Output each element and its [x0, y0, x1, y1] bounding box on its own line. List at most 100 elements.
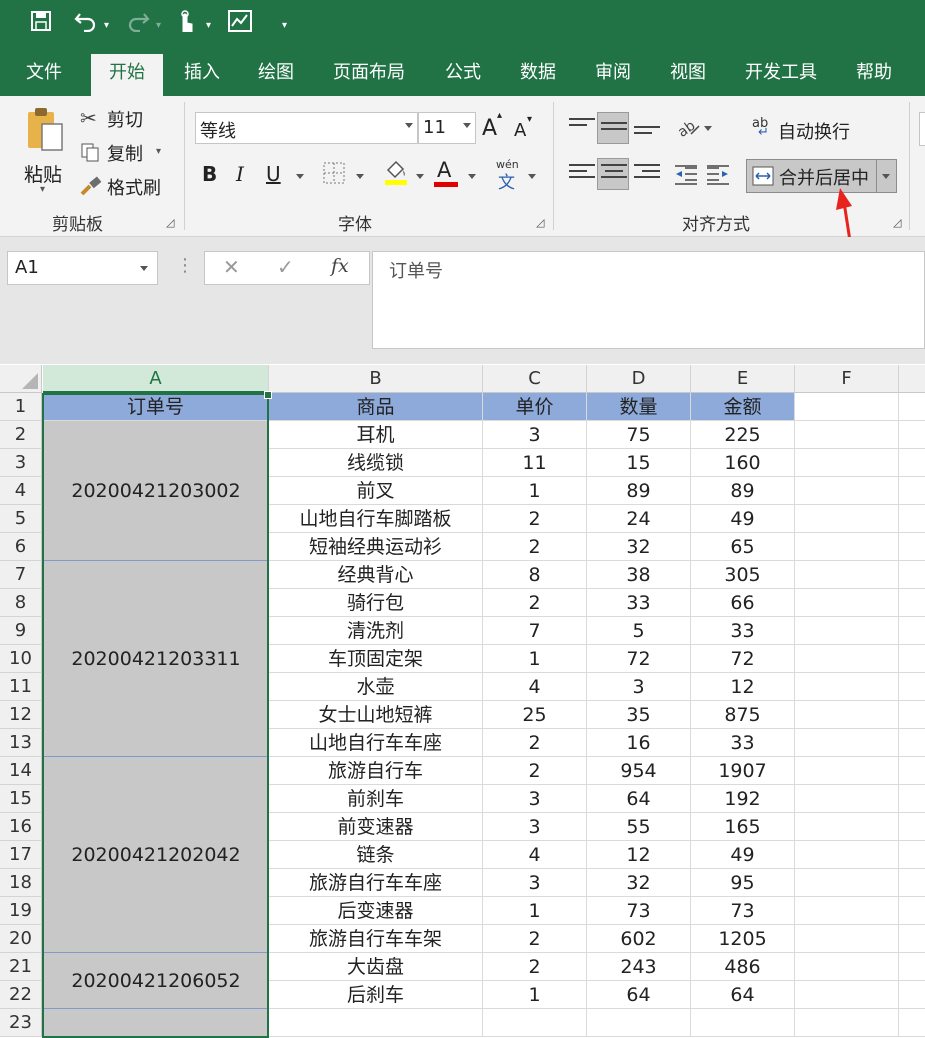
empty-cell[interactable] [587, 1009, 691, 1037]
empty-cell[interactable] [899, 645, 925, 673]
phonetic-dropdown-icon[interactable] [528, 174, 536, 179]
product-cell[interactable]: 水壶 [269, 673, 483, 701]
number-cell[interactable]: 64 [587, 981, 691, 1009]
product-cell[interactable]: 骑行包 [269, 589, 483, 617]
number-cell[interactable]: 2 [483, 925, 587, 953]
row-header-13[interactable]: 13 [0, 729, 42, 757]
empty-cell[interactable] [899, 757, 925, 785]
product-cell[interactable]: 前叉 [269, 477, 483, 505]
number-cell[interactable]: 2 [483, 533, 587, 561]
product-cell[interactable]: 耳机 [269, 421, 483, 449]
number-cell[interactable]: 89 [691, 477, 795, 505]
number-cell[interactable]: 16 [587, 729, 691, 757]
empty-cell[interactable] [899, 449, 925, 477]
align-right-icon[interactable] [634, 164, 660, 186]
product-cell[interactable]: 车顶固定架 [269, 645, 483, 673]
row-header-1[interactable]: 1 [0, 393, 42, 421]
formula-input[interactable]: 订单号 [372, 251, 925, 349]
number-cell[interactable]: 305 [691, 561, 795, 589]
number-cell[interactable]: 15 [587, 449, 691, 477]
tab-view[interactable]: 视图 [670, 50, 706, 96]
number-cell[interactable]: 1205 [691, 925, 795, 953]
header-cell[interactable]: 金额 [691, 393, 795, 421]
copy-dropdown-icon[interactable]: ▾ [156, 146, 161, 157]
number-cell[interactable]: 2 [483, 729, 587, 757]
align-top-icon[interactable] [569, 118, 595, 140]
number-cell[interactable]: 65 [691, 533, 795, 561]
save-icon[interactable] [30, 10, 52, 38]
tab-help[interactable]: 帮助 [856, 50, 892, 96]
column-header-d[interactable]: D [587, 365, 691, 393]
number-cell[interactable]: 165 [691, 813, 795, 841]
empty-cell[interactable] [795, 421, 899, 449]
empty-cell[interactable] [795, 533, 899, 561]
empty-cell[interactable] [795, 645, 899, 673]
column-header-e[interactable]: E [691, 365, 795, 393]
empty-cell[interactable] [691, 1009, 795, 1037]
empty-cell[interactable] [899, 813, 925, 841]
number-cell[interactable]: 72 [587, 645, 691, 673]
header-cell[interactable]: 数量 [587, 393, 691, 421]
number-cell[interactable]: 243 [587, 953, 691, 981]
row-header-11[interactable]: 11 [0, 673, 42, 701]
number-cell[interactable]: 3 [483, 813, 587, 841]
clipboard-launcher-icon[interactable]: ◿ [166, 216, 174, 229]
row-header-6[interactable]: 6 [0, 533, 42, 561]
empty-cell[interactable] [795, 701, 899, 729]
decrease-indent-icon[interactable] [673, 162, 699, 186]
number-format-combo[interactable] [919, 112, 925, 146]
column-header-b[interactable]: B [269, 365, 483, 393]
empty-cell[interactable] [795, 925, 899, 953]
cancel-icon[interactable]: ✕ [223, 255, 240, 279]
empty-cell[interactable] [795, 589, 899, 617]
align-center-button[interactable] [597, 158, 629, 190]
product-cell[interactable]: 后变速器 [269, 897, 483, 925]
number-cell[interactable]: 2 [483, 505, 587, 533]
enter-icon[interactable]: ✓ [277, 255, 294, 279]
number-cell[interactable]: 24 [587, 505, 691, 533]
number-cell[interactable]: 12 [587, 841, 691, 869]
row-header-8[interactable]: 8 [0, 589, 42, 617]
merged-order-cell[interactable]: 20200421206052 [43, 953, 269, 1009]
empty-cell[interactable] [899, 1009, 925, 1037]
empty-cell[interactable] [795, 561, 899, 589]
align-middle-button[interactable] [597, 112, 629, 144]
touch-dropdown-icon[interactable]: ▾ [206, 12, 211, 40]
column-header-a[interactable]: A [43, 365, 269, 393]
number-cell[interactable]: 12 [691, 673, 795, 701]
empty-cell[interactable] [899, 841, 925, 869]
row-header-2[interactable]: 2 [0, 421, 42, 449]
row-header-4[interactable]: 4 [0, 477, 42, 505]
number-cell[interactable]: 75 [587, 421, 691, 449]
number-cell[interactable]: 602 [587, 925, 691, 953]
increase-indent-icon[interactable] [705, 162, 731, 186]
header-cell[interactable]: 商品 [269, 393, 483, 421]
empty-cell[interactable] [899, 589, 925, 617]
empty-cell[interactable] [899, 897, 925, 925]
number-cell[interactable]: 1 [483, 645, 587, 673]
row-header-3[interactable]: 3 [0, 449, 42, 477]
grow-font-button[interactable]: A [482, 116, 497, 141]
tab-review[interactable]: 审阅 [595, 50, 631, 96]
empty-cell[interactable] [795, 841, 899, 869]
product-cell[interactable]: 线缆锁 [269, 449, 483, 477]
product-cell[interactable]: 链条 [269, 841, 483, 869]
number-cell[interactable]: 49 [691, 841, 795, 869]
merged-order-cell[interactable]: 20200421203311 [43, 561, 269, 757]
product-cell[interactable]: 大齿盘 [269, 953, 483, 981]
empty-cell[interactable] [795, 505, 899, 533]
empty-cell[interactable] [795, 1009, 899, 1037]
row-header-12[interactable]: 12 [0, 701, 42, 729]
font-color-button[interactable]: A [437, 158, 451, 182]
number-cell[interactable]: 192 [691, 785, 795, 813]
font-name-combo[interactable]: 等线 [195, 112, 418, 144]
select-all-button[interactable] [0, 365, 42, 393]
empty-cell[interactable] [899, 953, 925, 981]
empty-cell[interactable] [899, 925, 925, 953]
number-cell[interactable]: 4 [483, 841, 587, 869]
empty-cell[interactable] [899, 729, 925, 757]
empty-cell[interactable] [795, 393, 899, 421]
redo-icon[interactable] [126, 10, 150, 38]
underline-button[interactable]: U [266, 162, 281, 186]
number-cell[interactable]: 64 [691, 981, 795, 1009]
